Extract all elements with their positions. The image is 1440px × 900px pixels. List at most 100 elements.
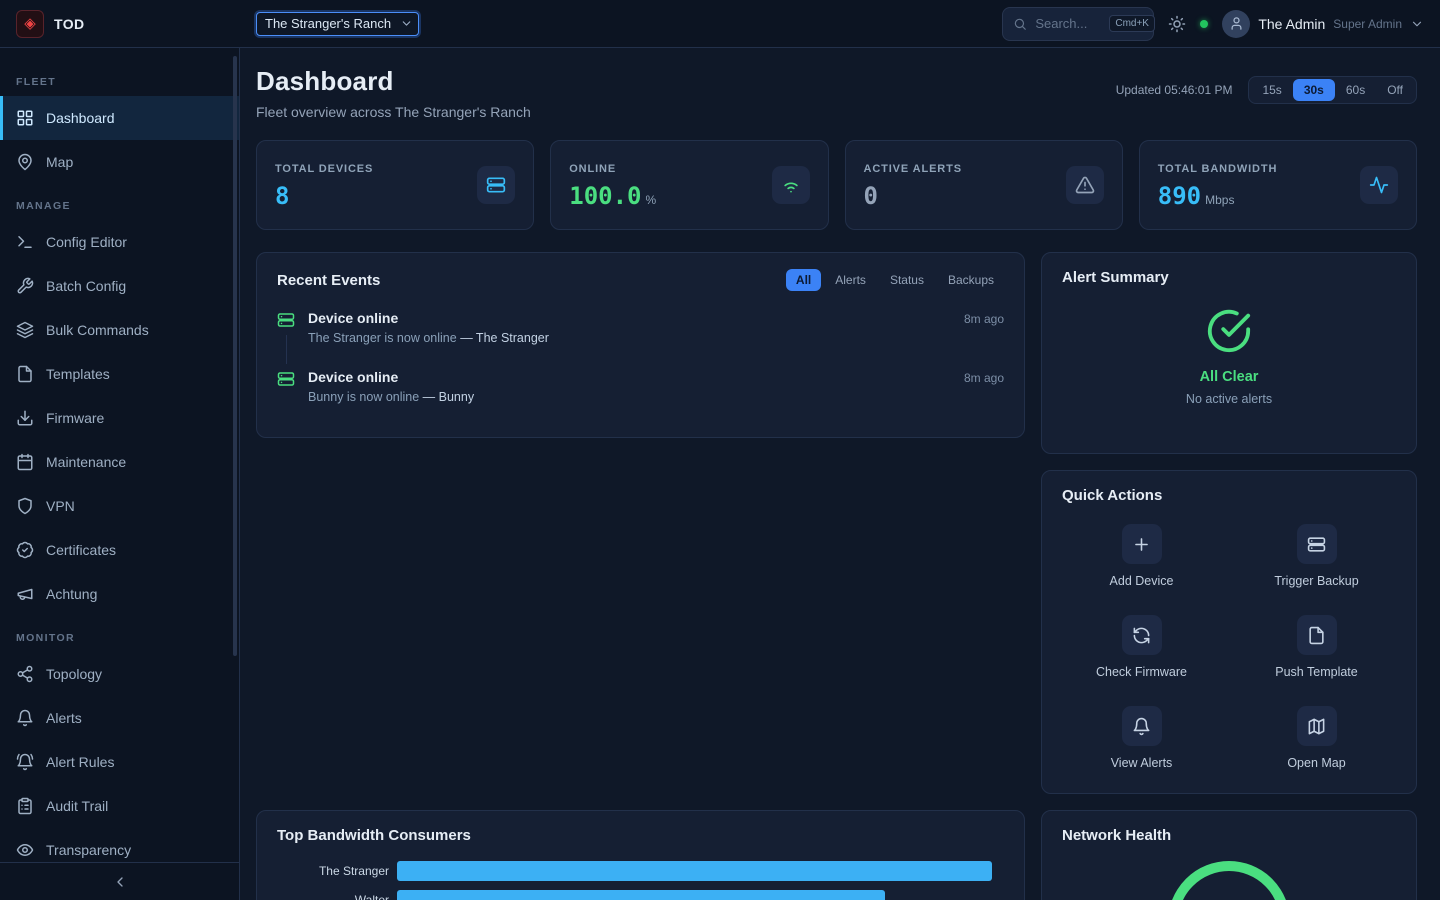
search-input[interactable] (1035, 16, 1101, 31)
quick-actions-title: Quick Actions (1062, 487, 1162, 504)
server-icon (477, 166, 515, 204)
sidebar-item-topology[interactable]: Topology (0, 652, 239, 696)
brand-name: TOD (54, 16, 85, 32)
user-icon (1229, 16, 1244, 31)
fleet-selector[interactable]: The Stranger's Ranch (256, 12, 419, 36)
refresh-interval-off[interactable]: Off (1376, 79, 1414, 101)
sidebar-item-label: Alert Rules (46, 754, 114, 770)
alert-detail-text: No active alerts (1186, 392, 1272, 406)
trigger-backup-button[interactable]: Trigger Backup (1237, 524, 1396, 588)
shield-icon (16, 497, 34, 515)
topbar-right: Cmd+K The Admin Super Admin (1002, 7, 1440, 41)
stat-value: 890 (1158, 182, 1201, 210)
sidebar-item-label: Certificates (46, 542, 116, 558)
avatar (1222, 10, 1250, 38)
refresh-interval-control: 15s 30s 60s Off (1248, 76, 1417, 104)
event-row: Device online Bunny is now online — Bunn… (277, 362, 1004, 421)
bar-label: Walter (277, 893, 389, 900)
recent-events-title: Recent Events (277, 272, 380, 289)
sidebar-item-templates[interactable]: Templates (0, 352, 239, 396)
chevron-down-icon (1410, 17, 1424, 31)
quick-action-label: Check Firmware (1096, 665, 1187, 679)
sidebar-item-label: Transparency (46, 842, 131, 858)
event-device: — The Stranger (460, 331, 549, 345)
page-title: Dashboard (256, 66, 531, 97)
page-subtitle: Fleet overview across The Stranger's Ran… (256, 104, 531, 120)
sun-icon (1168, 15, 1186, 33)
sidebar-item-label: Bulk Commands (46, 322, 149, 338)
stat-total-devices: TOTAL DEVICES 8 (256, 140, 534, 230)
sidebar-item-map[interactable]: Map (0, 140, 239, 184)
event-description: Bunny is now online (308, 390, 419, 404)
quick-actions-card: Quick Actions Add Device Trigger Backup … (1041, 470, 1417, 794)
filter-alerts[interactable]: Alerts (825, 269, 876, 291)
sidebar-item-label: VPN (46, 498, 75, 514)
bandwidth-bars: The Stranger Walter (277, 861, 1004, 900)
sidebar-item-label: Templates (46, 366, 110, 382)
stat-label: TOTAL BANDWIDTH (1158, 163, 1278, 175)
refresh-interval-30s[interactable]: 30s (1293, 79, 1335, 101)
sidebar-item-achtung[interactable]: Achtung (0, 572, 239, 616)
sidebar-scrollbar[interactable] (233, 56, 237, 656)
push-template-button[interactable]: Push Template (1237, 615, 1396, 679)
theme-toggle-button[interactable] (1168, 15, 1186, 33)
user-menu[interactable]: The Admin Super Admin (1222, 10, 1424, 38)
sidebar-item-label: Achtung (46, 586, 97, 602)
search-box[interactable]: Cmd+K (1002, 7, 1154, 41)
filter-all[interactable]: All (786, 269, 821, 291)
quick-action-label: View Alerts (1111, 756, 1173, 770)
network-health-card: Network Health (1041, 810, 1417, 900)
sidebar-item-alert-rules[interactable]: Alert Rules (0, 740, 239, 784)
refresh-interval-60s[interactable]: 60s (1335, 79, 1376, 101)
sidebar-item-batch-config[interactable]: Batch Config (0, 264, 239, 308)
quick-action-label: Add Device (1110, 574, 1174, 588)
sidebar: FLEET Dashboard Map MANAGE Config Editor… (0, 48, 240, 900)
bandwidth-chart-card: Top Bandwidth Consumers The Stranger Wal… (256, 810, 1025, 900)
sidebar-section-manage: MANAGE (0, 184, 239, 220)
filter-backups[interactable]: Backups (938, 269, 1004, 291)
sidebar-item-config-editor[interactable]: Config Editor (0, 220, 239, 264)
plus-icon (1122, 524, 1162, 564)
sidebar-item-label: Topology (46, 666, 102, 682)
stat-value: 8 (275, 182, 289, 210)
network-health-title: Network Health (1062, 827, 1171, 844)
sidebar-item-dashboard[interactable]: Dashboard (0, 96, 239, 140)
event-row: Device online The Stranger is now online… (277, 303, 1004, 362)
alert-status-text: All Clear (1200, 369, 1259, 385)
sidebar-item-vpn[interactable]: VPN (0, 484, 239, 528)
topology-nodes-icon (16, 665, 34, 683)
event-filters: All Alerts Status Backups (786, 269, 1004, 291)
user-role: Super Admin (1333, 17, 1402, 31)
sidebar-item-label: Config Editor (46, 234, 127, 250)
stat-value: 100.0 (569, 182, 641, 210)
add-device-button[interactable]: Add Device (1062, 524, 1221, 588)
event-description: The Stranger is now online (308, 331, 457, 345)
stat-value: 0 (864, 182, 878, 210)
sidebar-item-maintenance[interactable]: Maintenance (0, 440, 239, 484)
view-alerts-button[interactable]: View Alerts (1062, 706, 1221, 770)
badge-check-icon (16, 541, 34, 559)
sidebar-item-bulk-commands[interactable]: Bulk Commands (0, 308, 239, 352)
bar-row: Walter (277, 890, 1004, 900)
connection-status-dot (1200, 20, 1208, 28)
stat-label: TOTAL DEVICES (275, 163, 373, 175)
check-firmware-button[interactable]: Check Firmware (1062, 615, 1221, 679)
user-name: The Admin (1258, 16, 1325, 32)
sidebar-item-audit-trail[interactable]: Audit Trail (0, 784, 239, 828)
topbar: ◈ TOD The Stranger's Ranch Cmd+K The Adm… (0, 0, 1440, 48)
megaphone-icon (16, 585, 34, 603)
sidebar-collapse-button[interactable] (0, 862, 239, 900)
event-device: — Bunny (423, 390, 474, 404)
filter-status[interactable]: Status (880, 269, 934, 291)
refresh-interval-15s[interactable]: 15s (1251, 79, 1292, 101)
main-content: Dashboard Fleet overview across The Stra… (240, 48, 1440, 900)
fleet-select[interactable]: The Stranger's Ranch (256, 12, 419, 36)
alert-triangle-icon (1066, 166, 1104, 204)
alert-summary-card: Alert Summary All Clear No active alerts (1041, 252, 1417, 454)
open-map-button[interactable]: Open Map (1237, 706, 1396, 770)
map-pin-icon (16, 153, 34, 171)
sidebar-item-certificates[interactable]: Certificates (0, 528, 239, 572)
sidebar-item-alerts[interactable]: Alerts (0, 696, 239, 740)
sidebar-item-firmware[interactable]: Firmware (0, 396, 239, 440)
event-time: 8m ago (964, 371, 1004, 404)
